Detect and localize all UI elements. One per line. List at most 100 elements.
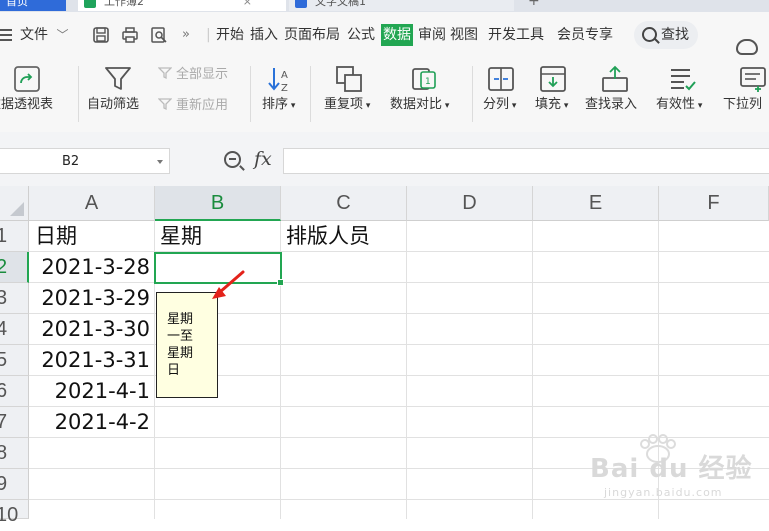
print-preview-icon[interactable]	[150, 26, 168, 44]
lookup-entry-label: 查找录入	[585, 97, 638, 112]
row-header-5[interactable]: 5	[0, 345, 29, 376]
duplicates-icon	[336, 66, 362, 92]
column-header-b[interactable]: B	[155, 186, 281, 221]
writer-doc-icon	[295, 0, 307, 8]
pivot-table-button[interactable]: 数据透视表	[0, 58, 70, 132]
row-header-4[interactable]: 4	[0, 314, 29, 345]
cell-a5[interactable]: 2021-3-31	[29, 345, 150, 376]
lookup-entry-button[interactable]: 查找录入	[584, 58, 648, 132]
menu-home[interactable]: 开始	[216, 12, 244, 58]
row-header-7[interactable]: 7	[0, 407, 29, 438]
close-tab-icon[interactable]: ×	[243, 0, 252, 11]
duplicates-button[interactable]: 重复项 ▾	[322, 58, 382, 132]
hamburger-menu-icon[interactable]	[0, 29, 12, 41]
column-header-f[interactable]: F	[659, 186, 769, 221]
new-tab-plus-icon[interactable]: +	[528, 0, 548, 11]
data-validation-label: 有效性 ▾	[656, 97, 703, 112]
sort-button[interactable]: AZ 排序 ▾	[258, 58, 306, 132]
menu-file[interactable]: 文件 ﹀	[20, 12, 68, 58]
pivot-table-label: 数据透视表	[0, 97, 54, 112]
search-button[interactable]: 查找	[634, 21, 698, 49]
tab-bar: 首页 工作簿2 × 文字文稿1 +	[0, 0, 769, 12]
filter-funnel-icon	[105, 67, 131, 90]
tab-workbook[interactable]: 工作簿2 ×	[78, 0, 286, 11]
menu-insert[interactable]: 插入	[250, 12, 278, 58]
menu-divider: |	[206, 27, 211, 43]
cell-comment-text: 星期一至星期日	[167, 312, 194, 378]
selected-cell-b2[interactable]	[154, 252, 284, 286]
data-compare-label: 数据对比 ▾	[390, 97, 450, 112]
row-header-9[interactable]: 9	[0, 469, 29, 500]
svg-text:Z: Z	[281, 83, 288, 94]
tab-workbook-label: 工作簿2	[104, 0, 144, 8]
more-tools-icon[interactable]: »	[182, 12, 190, 58]
split-columns-icon	[488, 67, 514, 91]
reapply-button[interactable]: 重新应用	[158, 97, 228, 115]
dropdown-list-button[interactable]: 下拉列	[720, 58, 769, 132]
cell-b1[interactable]: 星期	[160, 221, 202, 252]
watermark-brand: Bai du 经验	[590, 454, 753, 484]
save-icon[interactable]	[92, 26, 110, 44]
row-header-2[interactable]: 2	[0, 252, 29, 283]
tab-home-label: 首页	[6, 0, 28, 8]
print-icon[interactable]	[121, 26, 139, 44]
menu-membership[interactable]: 会员专享	[557, 12, 613, 58]
lookup-entry-icon	[602, 65, 628, 92]
show-all-label: 全部显示	[176, 67, 229, 82]
ribbon-divider	[472, 66, 473, 122]
data-validation-icon	[671, 69, 696, 91]
column-header-e[interactable]: E	[533, 186, 659, 221]
formula-input[interactable]	[283, 148, 769, 174]
menu-view[interactable]: 视图	[450, 12, 478, 58]
cell-a1[interactable]: 日期	[35, 221, 77, 252]
tab-writer-doc[interactable]: 文字文稿1	[289, 0, 514, 11]
menu-data[interactable]: 数据	[381, 24, 413, 46]
data-compare-icon: 1	[412, 68, 436, 90]
chevron-down-icon[interactable]	[157, 160, 163, 164]
cell-a4[interactable]: 2021-3-30	[29, 314, 150, 345]
column-header-c[interactable]: C	[281, 186, 407, 221]
select-all-corner[interactable]	[0, 186, 29, 221]
name-box[interactable]: B2	[0, 148, 170, 174]
show-all-button[interactable]: 全部显示	[158, 66, 228, 84]
cell-c1[interactable]: 排版人员	[286, 221, 370, 252]
zoom-out-icon[interactable]	[224, 151, 241, 168]
cell-a2[interactable]: 2021-3-28	[29, 252, 150, 283]
fill-button[interactable]: 填充 ▾	[532, 58, 578, 132]
watermark-url: jingyan.baidu.com	[604, 486, 723, 499]
pivot-table-icon	[14, 66, 40, 92]
text-to-columns-label: 分列 ▾	[483, 97, 517, 112]
row-header-1[interactable]: 1	[0, 221, 29, 252]
menu-page-layout[interactable]: 页面布局	[284, 12, 340, 58]
fill-label: 填充 ▾	[535, 97, 569, 112]
data-compare-button[interactable]: 1 数据对比 ▾	[390, 58, 462, 132]
cell-a6[interactable]: 2021-4-1	[29, 376, 150, 407]
cloud-sync-icon[interactable]	[736, 39, 758, 55]
reapply-label: 重新应用	[176, 98, 229, 113]
menu-developer[interactable]: 开发工具	[488, 12, 544, 58]
dropdown-list-icon	[740, 67, 766, 92]
gridline	[532, 221, 533, 519]
row-header-10[interactable]: 10	[0, 500, 29, 526]
insert-function-button[interactable]: fx	[254, 148, 272, 170]
row-header-3[interactable]: 3	[0, 283, 29, 314]
column-header-a[interactable]: A	[29, 186, 155, 221]
data-validation-button[interactable]: 有效性 ▾	[654, 58, 714, 132]
menu-review[interactable]: 审阅	[418, 12, 446, 58]
menu-formulas[interactable]: 公式	[347, 12, 375, 58]
tab-home[interactable]: 首页	[0, 0, 66, 11]
cell-a7[interactable]: 2021-4-2	[29, 407, 150, 438]
menu-file-label: 文件	[20, 27, 48, 43]
text-to-columns-button[interactable]: 分列 ▾	[480, 58, 526, 132]
tab-writer-doc-label: 文字文稿1	[315, 0, 366, 8]
row-header-6[interactable]: 6	[0, 376, 29, 407]
row-header-8[interactable]: 8	[0, 438, 29, 469]
gridline	[406, 221, 407, 519]
cell-comment: 星期一至星期日	[156, 292, 218, 398]
sort-label: 排序 ▾	[262, 97, 296, 112]
auto-filter-button[interactable]: 自动筛选	[86, 58, 150, 132]
ribbon-divider	[250, 66, 251, 122]
cell-a3[interactable]: 2021-3-29	[29, 283, 150, 314]
column-header-d[interactable]: D	[407, 186, 533, 221]
sort-icon: AZ	[268, 68, 288, 94]
